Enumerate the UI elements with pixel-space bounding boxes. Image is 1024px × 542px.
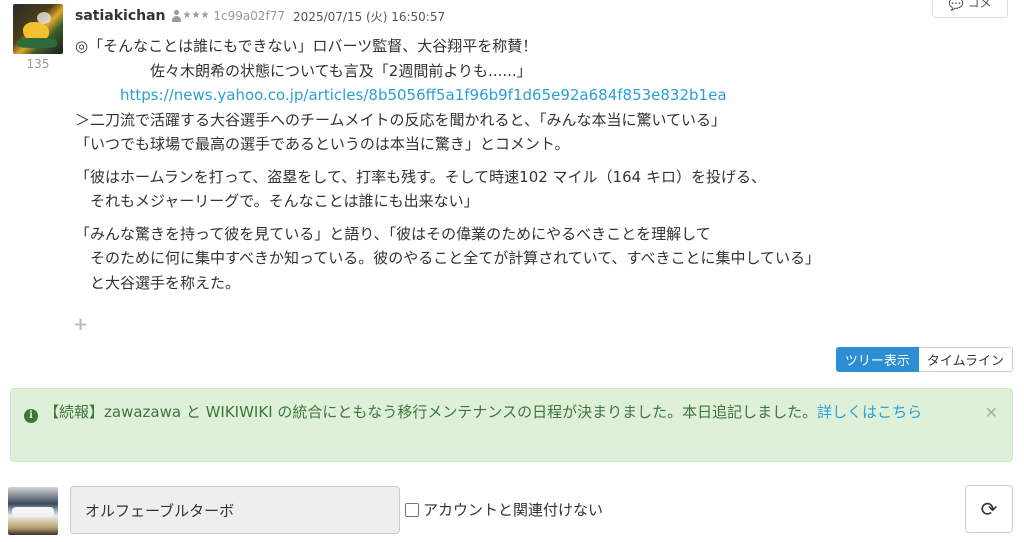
user-rank: ★★★	[171, 10, 210, 22]
post-line: ◎「そんなことは誰にもできない」ロバーツ監督、大谷翔平を称賛！	[75, 37, 538, 55]
anonymous-checkbox[interactable]	[405, 502, 419, 517]
article-link[interactable]: https://news.yahoo.co.jp/articles/8b5056…	[120, 86, 727, 104]
reply-icon: 💬	[948, 0, 964, 11]
post-avatar[interactable]	[13, 4, 63, 54]
post-link-line: https://news.yahoo.co.jp/articles/8b5056…	[75, 83, 1005, 108]
link-indent	[75, 86, 120, 104]
reply-label: コメ	[967, 0, 992, 10]
avatar-image-part	[12, 507, 54, 517]
post-line: 佐々木朗希の状態についても言及「2週間前よりも......」	[75, 61, 532, 80]
post-line: 「彼はホームランを打って、盗塁をして、打率も残す。そして時速102 マイル（16…	[75, 167, 766, 186]
post-meta: satiakichan ★★★ 1c99a02f77 2025/07/15 (火…	[75, 7, 445, 25]
post-line: 「みんな驚きを持って彼を見ている」と語り、「彼はその偉業のためにやるべきことを理…	[75, 224, 711, 243]
avatar-image-part	[17, 38, 57, 48]
post-line: そのために何に集中すべきか知っている。彼のやること全てが計算されていて、すべきこ…	[75, 249, 821, 267]
rank-stars: ★★★	[182, 10, 210, 21]
close-icon[interactable]: ✕	[985, 400, 998, 425]
my-avatar[interactable]	[8, 487, 58, 535]
alert-text: 【続報】zawazawa と WIKIWIKI の統合にともなう移行メンテナンス…	[44, 403, 818, 421]
info-icon: i	[24, 408, 38, 423]
alert-details-link[interactable]: 詳しくはこちら	[817, 403, 922, 421]
post-line: それもメジャーリーグで。そんなことは誰にも出来ない」	[75, 192, 479, 210]
name-input[interactable]	[70, 486, 400, 534]
refresh-icon: ⟳	[980, 497, 998, 521]
post-line: と大谷選手を称えた。	[75, 273, 241, 292]
refresh-button[interactable]: ⟳	[965, 485, 1013, 533]
anonymous-label: アカウントと関連付けない	[423, 501, 604, 519]
post-line: ＞二刀流で活躍する大谷選手へのチームメイトの反応を聞かれると、「みんな本当に驚い…	[75, 110, 727, 129]
post-author[interactable]: satiakichan	[75, 8, 166, 24]
reply-button[interactable]: 💬 コメ	[932, 0, 1008, 18]
post-timestamp: 2025/07/15 (火) 16:50:57	[293, 9, 446, 24]
announcement-alert: i 【続報】zawazawa と WIKIWIKI の統合にともなう移行メンテナン…	[10, 388, 1013, 462]
tree-view-button[interactable]: ツリー表示	[835, 347, 919, 372]
timeline-view-button[interactable]: タイムライン	[918, 347, 1013, 372]
view-toggle: ツリー表示 タイムライン	[835, 347, 1013, 372]
avatar-image-part	[37, 12, 51, 24]
user-icon	[171, 10, 182, 22]
post-body: ◎「そんなことは誰にもできない」ロバーツ監督、大谷翔平を称賛！ 佐々木朗希の状態…	[75, 34, 1005, 295]
anonymous-option[interactable]: アカウントと関連付けない	[405, 499, 603, 520]
post-user-id[interactable]: 1c99a02f77	[213, 9, 285, 23]
post-line: 「いつでも球場で最高の選手であるというのは本当に驚き」とコメント。	[75, 135, 570, 153]
post-count: 135	[26, 57, 50, 71]
plus-icon[interactable]: +	[73, 314, 88, 335]
